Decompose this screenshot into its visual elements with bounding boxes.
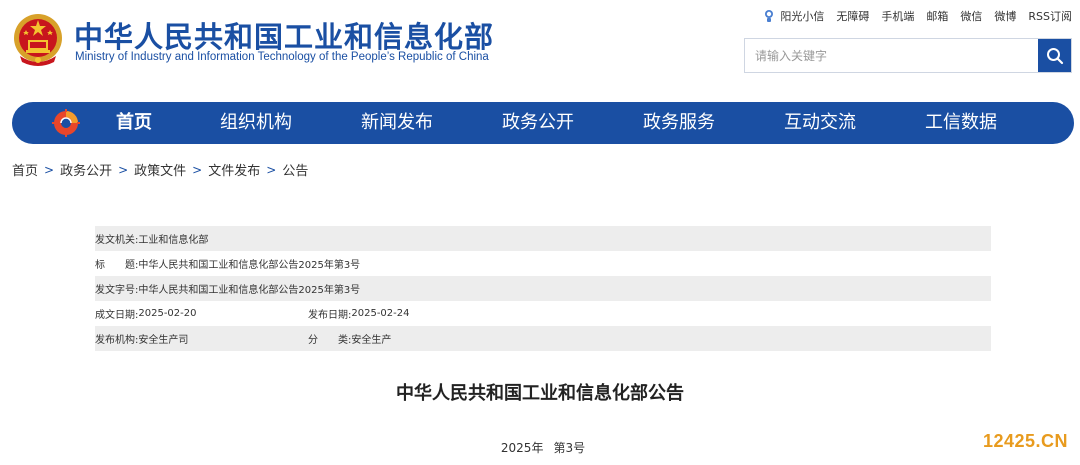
info-cell: 发布日期: 2025-02-24 <box>308 306 410 321</box>
info-cell: 发文机关: 工业和信息化部 <box>95 231 208 246</box>
breadcrumb-separator-icon: > <box>118 162 129 177</box>
breadcrumb-home[interactable]: 首页 <box>12 160 38 179</box>
site-header: 中华人民共和国工业和信息化部 Ministry of Industry and … <box>0 0 1080 100</box>
doc-number-label: 发文字号: <box>95 285 139 296</box>
top-link-sunshine[interactable]: 阳光小信 <box>762 8 824 24</box>
article-year: 2025年 <box>500 441 544 455</box>
nav-item-public-affairs[interactable]: 政务公开 <box>502 102 574 144</box>
nav-item-interaction[interactable]: 互动交流 <box>784 102 856 144</box>
nav-item-organization[interactable]: 组织机构 <box>220 102 292 144</box>
site-title-cn: 中华人民共和国工业和信息化部 <box>74 20 495 54</box>
info-row-doc-number: 发文字号: 中华人民共和国工业和信息化部公告2025年第3号 <box>95 276 991 301</box>
info-row-issuer: 发文机关: 工业和信息化部 <box>95 226 991 251</box>
org-label: 发布机构: <box>95 335 139 346</box>
watermark-logo: 12425.CN <box>982 431 1068 451</box>
breadcrumb-separator-icon: > <box>44 162 55 177</box>
created-date-value: 2025-02-20 <box>138 308 197 319</box>
breadcrumb-separator-icon: > <box>266 162 277 177</box>
breadcrumb-doc-release[interactable]: 文件发布 <box>208 160 260 179</box>
top-link-wechat[interactable]: 微信 <box>960 8 982 24</box>
info-cell: 分 类: 安全生产 <box>308 331 391 346</box>
title-value: 中华人民共和国工业和信息化部公告2025年第3号 <box>138 260 361 271</box>
site-title-en: Ministry of Industry and Information Tec… <box>75 51 489 63</box>
top-link-weibo[interactable]: 微博 <box>994 8 1016 24</box>
top-link-mobile[interactable]: 手机端 <box>881 8 914 24</box>
breadcrumb-announcement: 公告 <box>282 164 309 179</box>
nav-item-services[interactable]: 政务服务 <box>643 102 715 144</box>
category-label: 分 类: <box>308 335 352 346</box>
title-label: 标 题: <box>95 260 139 271</box>
info-cell: 标 题: 中华人民共和国工业和信息化部公告2025年第3号 <box>95 256 360 271</box>
article-number: 2025年 第3号 <box>0 439 1080 456</box>
info-cell: 成文日期: 2025-02-20 <box>95 306 308 321</box>
top-link-mail[interactable]: 邮箱 <box>926 8 948 24</box>
document-info-table: 发文机关: 工业和信息化部 标 题: 中华人民共和国工业和信息化部公告2025年… <box>95 226 991 351</box>
info-row-org-category: 发布机构: 安全生产司 分 类: 安全生产 <box>95 326 991 351</box>
miit-logo-icon <box>52 109 80 137</box>
top-links: 阳光小信 无障碍 手机端 邮箱 微信 微博 RSS订阅 <box>762 8 1072 24</box>
top-link-rss[interactable]: RSS订阅 <box>1028 8 1072 24</box>
national-emblem-icon <box>14 14 62 66</box>
published-date-value: 2025-02-24 <box>351 308 410 319</box>
nav-item-data[interactable]: 工信数据 <box>925 102 997 144</box>
top-link-label: 阳光小信 <box>780 10 825 23</box>
created-date-label: 成文日期: <box>95 310 139 321</box>
top-link-accessibility[interactable]: 无障碍 <box>836 8 869 24</box>
issuer-value: 工业和信息化部 <box>138 235 209 246</box>
article-title: 中华人民共和国工业和信息化部公告 <box>396 383 684 404</box>
article-issue: 第3号 <box>553 441 586 455</box>
info-row-title: 标 题: 中华人民共和国工业和信息化部公告2025年第3号 <box>95 251 991 276</box>
search-box <box>744 38 1072 73</box>
nav-item-news[interactable]: 新闻发布 <box>361 102 433 144</box>
breadcrumb-public-affairs[interactable]: 政务公开 <box>60 160 112 179</box>
search-icon <box>1046 47 1063 64</box>
main-nav: 首页 组织机构 新闻发布 政务公开 政务服务 互动交流 工信数据 <box>12 102 1074 144</box>
search-input[interactable] <box>745 39 1040 72</box>
sun-mascot-icon <box>765 10 774 22</box>
info-cell: 发布机构: 安全生产司 <box>95 331 308 346</box>
published-date-label: 发布日期: <box>308 310 352 321</box>
category-value: 安全生产 <box>351 335 392 346</box>
nav-item-home[interactable]: 首页 <box>116 102 152 144</box>
issuer-label: 发文机关: <box>95 235 139 246</box>
info-cell: 发文字号: 中华人民共和国工业和信息化部公告2025年第3号 <box>95 281 360 296</box>
doc-number-value: 中华人民共和国工业和信息化部公告2025年第3号 <box>138 285 361 296</box>
info-row-dates: 成文日期: 2025-02-20 发布日期: 2025-02-24 <box>95 301 991 326</box>
org-value: 安全生产司 <box>138 335 189 346</box>
breadcrumb-policy-docs[interactable]: 政策文件 <box>134 160 186 179</box>
breadcrumb-separator-icon: > <box>192 162 203 177</box>
breadcrumb: 首页 > 政务公开 > 政策文件 > 文件发布 > 公告 <box>12 160 309 180</box>
search-button[interactable] <box>1038 39 1071 72</box>
